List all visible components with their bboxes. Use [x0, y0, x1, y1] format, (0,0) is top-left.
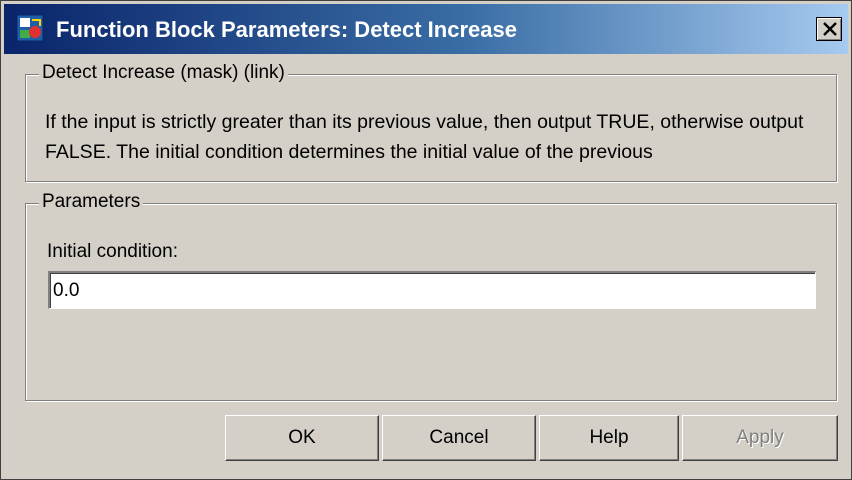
close-button[interactable] [816, 17, 842, 41]
simulink-block-icon [16, 14, 44, 42]
help-button[interactable]: Help [539, 415, 679, 461]
dialog-window: Function Block Parameters: Detect Increa… [0, 0, 852, 480]
ok-button[interactable]: OK [225, 415, 379, 461]
parameters-group-legend: Parameters [39, 191, 144, 213]
cancel-button[interactable]: Cancel [382, 415, 536, 461]
title-bar[interactable]: Function Block Parameters: Detect Increa… [4, 4, 848, 54]
window-title: Function Block Parameters: Detect Increa… [56, 17, 517, 42]
close-icon [823, 22, 837, 36]
block-description: If the input is strictly greater than it… [45, 111, 804, 163]
initial-condition-input[interactable] [48, 271, 816, 309]
apply-button[interactable]: Apply [682, 415, 838, 461]
initial-condition-label: Initial condition: [47, 241, 178, 262]
description-group-legend: Detect Increase (mask) (link) [39, 62, 288, 84]
